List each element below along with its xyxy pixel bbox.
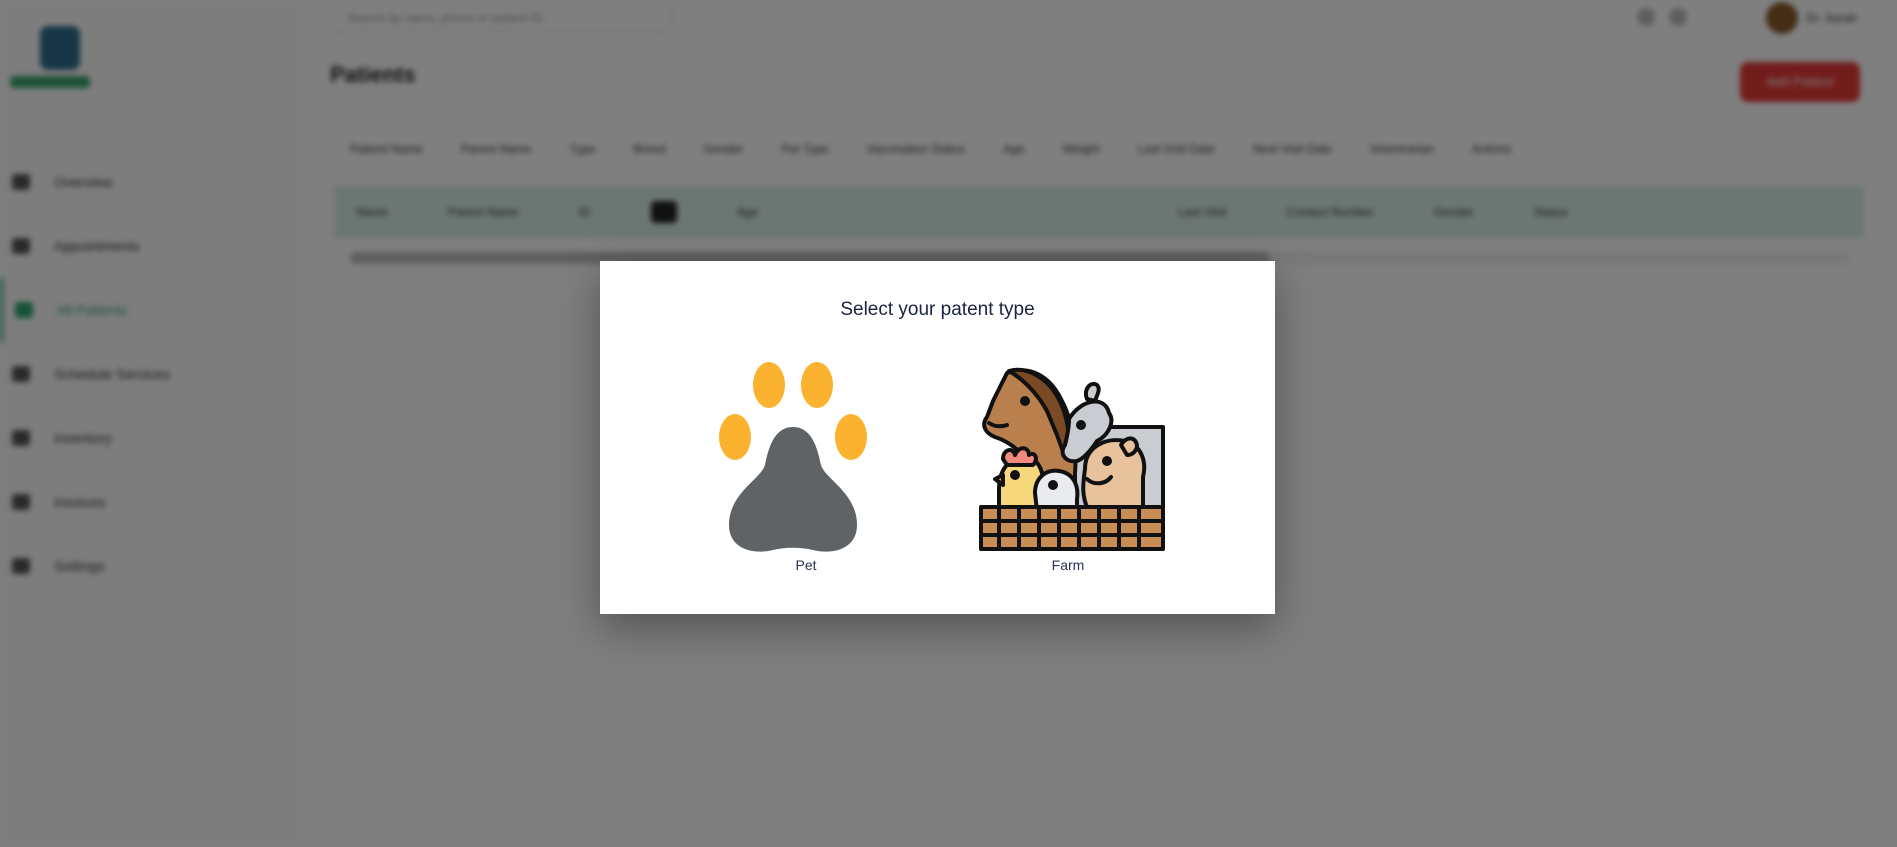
paw-print-icon bbox=[719, 362, 867, 552]
farm-option-label: Farm bbox=[1051, 557, 1085, 573]
pet-option[interactable]: Pet bbox=[706, 361, 906, 581]
farm-animals-icon bbox=[979, 367, 1165, 551]
farm-option[interactable]: Farm bbox=[968, 361, 1168, 581]
patient-type-modal: Select your patent type Pet Farm bbox=[600, 261, 1275, 614]
pet-option-label: Pet bbox=[795, 557, 817, 573]
modal-title: Select your patent type bbox=[840, 299, 1035, 320]
